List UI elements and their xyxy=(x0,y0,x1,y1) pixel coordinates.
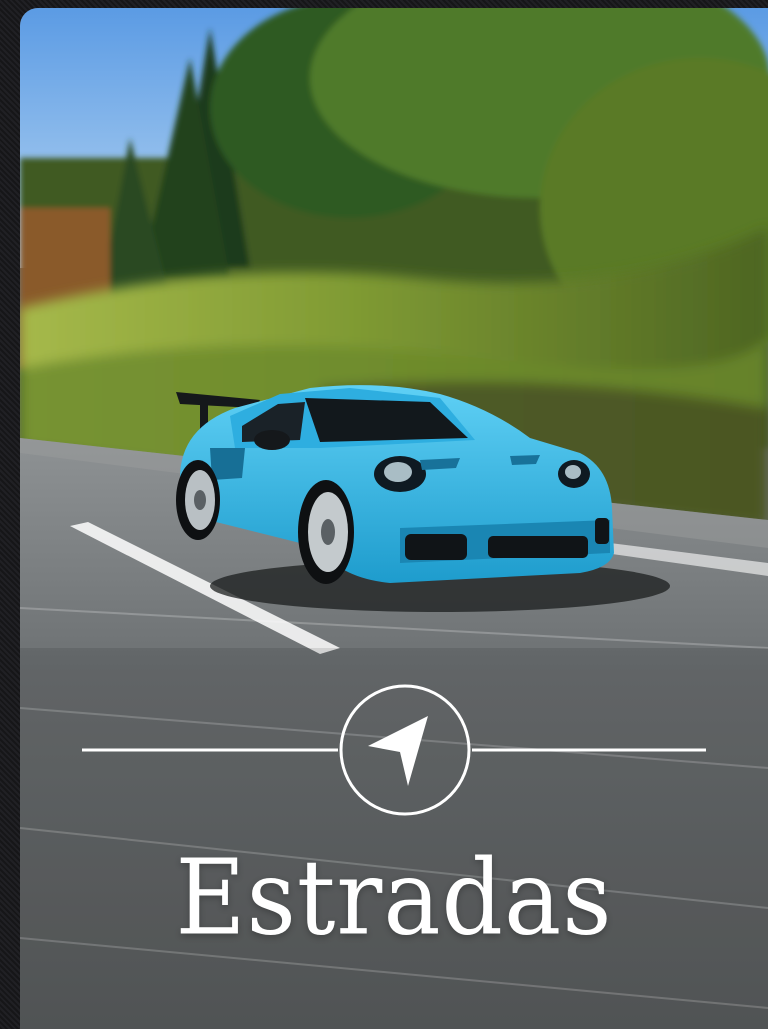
rear-wheel xyxy=(176,460,220,540)
category-card[interactable]: Estradas xyxy=(20,8,768,1029)
front-wheel xyxy=(298,480,354,584)
card-title: Estradas xyxy=(175,837,613,959)
emblem-divider xyxy=(82,684,706,816)
background-frame: Estradas xyxy=(0,0,768,1029)
navigation-arrow-icon xyxy=(368,716,428,786)
